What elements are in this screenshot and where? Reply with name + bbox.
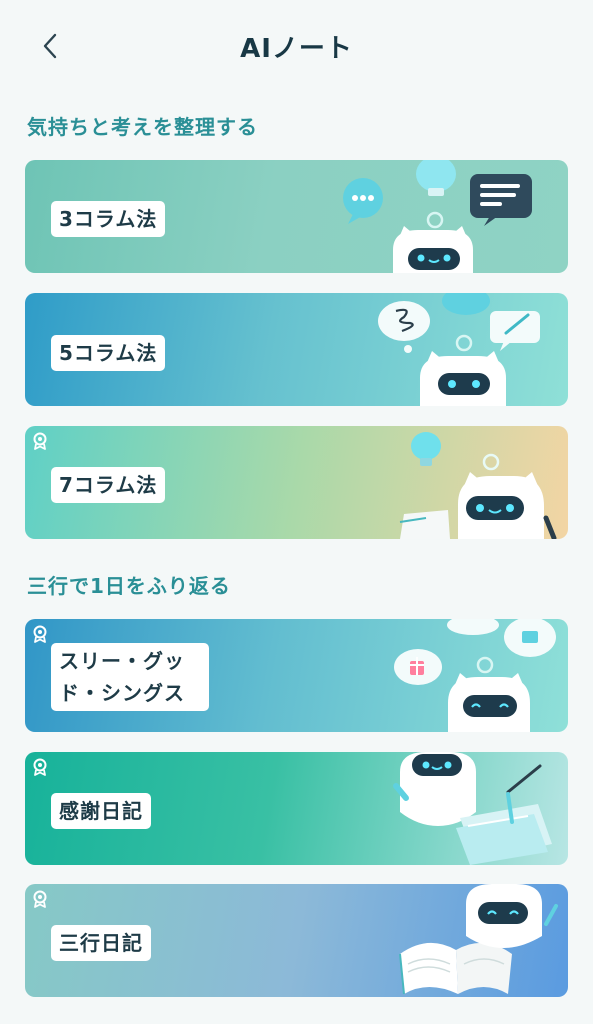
card-label: 5コラム法 — [51, 335, 166, 371]
card-label: 7コラム法 — [51, 467, 166, 503]
card-three-line-diary[interactable]: 三行日記 — [25, 884, 568, 997]
card-label-line-2: ド・シングス — [59, 681, 185, 705]
back-button[interactable] — [30, 26, 70, 66]
robot-illustration — [399, 884, 558, 995]
header: AIノート — [0, 0, 593, 92]
section-title-organize: 気持ちと考えを整理する — [27, 115, 258, 139]
card-label: 感謝日記 — [51, 793, 151, 829]
card-label: スリー・グッ ド・シングス — [51, 643, 209, 711]
card-three-good-things[interactable]: スリー・グッ ド・シングス — [25, 619, 568, 732]
robot-illustration — [393, 752, 552, 865]
badge-icon — [33, 432, 47, 450]
page-title: AIノート — [240, 33, 353, 64]
badge-icon — [33, 890, 47, 908]
card-label: 3コラム法 — [51, 201, 166, 237]
section-title-reflect: 三行で1日をふり返る — [27, 574, 231, 598]
card-7-column[interactable]: 7コラム法 — [25, 426, 568, 539]
badge-icon — [33, 625, 47, 643]
robot-illustration — [378, 293, 540, 406]
card-label: 三行日記 — [51, 925, 151, 961]
card-label-line-1: スリー・グッ — [59, 649, 185, 673]
card-3-column[interactable]: 3コラム法 — [25, 160, 568, 273]
card-gratitude-diary[interactable]: 感謝日記 — [25, 752, 568, 865]
card-5-column[interactable]: 5コラム法 — [25, 293, 568, 406]
robot-illustration — [394, 619, 556, 732]
badge-icon — [33, 758, 47, 776]
robot-illustration — [343, 160, 532, 273]
chevron-left-icon — [43, 33, 57, 59]
robot-illustration — [399, 432, 557, 539]
